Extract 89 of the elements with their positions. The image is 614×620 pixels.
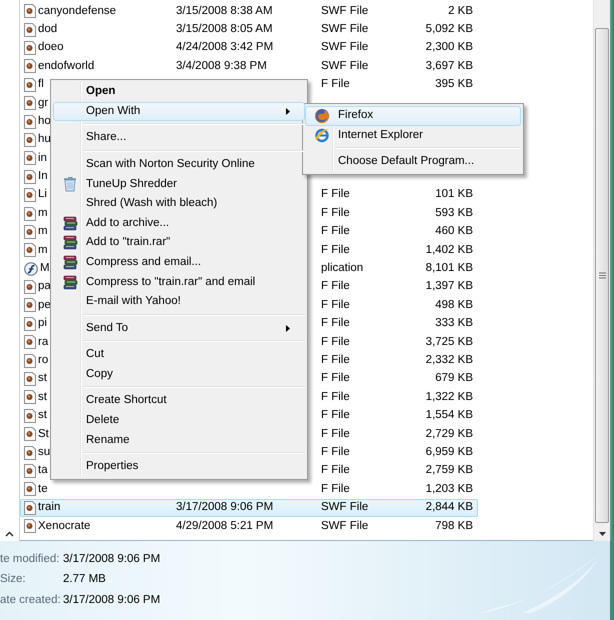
file-name: te: [38, 482, 48, 497]
file-name: pa: [38, 279, 51, 294]
file-size-text: 1,397 KB: [426, 280, 473, 292]
file-type-text: plication: [321, 262, 364, 274]
file-type-text: F File: [321, 409, 350, 422]
file-name: ho: [38, 114, 51, 129]
file-name: pi: [38, 316, 47, 332]
file-name: St: [38, 426, 49, 442]
date-modified-text: 3/15/2008 8:05 AM: [176, 22, 273, 35]
file-type-text: SWF File: [321, 22, 368, 35]
detail-value: 3/17/2008 9:06 PM: [63, 552, 160, 567]
file-type-text: F File: [321, 206, 350, 219]
file-name: fl: [38, 77, 44, 92]
file-size-text: 798 KB: [435, 520, 473, 532]
file-name: In: [38, 169, 48, 184]
file-name: m: [38, 242, 48, 258]
file-name: hu: [38, 132, 51, 148]
file-name: in: [38, 150, 47, 166]
file-type-text: F File: [321, 336, 350, 348]
file-type-text: F File: [321, 280, 350, 292]
file-name: m: [38, 224, 48, 240]
detail-label: ate created:: [0, 592, 61, 608]
file-size-text: 460 KB: [435, 225, 473, 238]
file-size-text: 2 KB: [448, 4, 473, 17]
file-size-text: 1,322 KB: [426, 390, 473, 403]
file-type-text: F File: [321, 482, 350, 495]
file-type-text: F File: [321, 225, 350, 238]
file-name: st: [38, 371, 47, 386]
file-name: M: [40, 261, 50, 276]
file-name: ro: [38, 353, 48, 368]
file-type-text: F File: [321, 372, 350, 384]
file-name: endofworld: [38, 58, 94, 74]
detail-label: Size:: [0, 572, 26, 588]
file-name: pe: [38, 298, 51, 313]
file-type-text: F File: [321, 188, 350, 200]
file-size-text: 679 KB: [435, 372, 473, 384]
file-type-text: F File: [321, 428, 350, 440]
file-name: ta: [38, 463, 48, 478]
file-type-text: SWF File: [321, 41, 368, 54]
file-type-text: F File: [321, 464, 350, 476]
file-type-text: SWF File: [321, 520, 368, 532]
file-size-text: 101 KB: [435, 188, 473, 200]
file-size-text: 395 KB: [435, 78, 473, 90]
date-modified-text: 3/4/2008 9:38 PM: [176, 60, 267, 72]
file-size-text: 3,697 KB: [426, 60, 473, 72]
file-name: doeo: [38, 40, 64, 56]
file-size-text: 5,092 KB: [426, 22, 473, 35]
file-type-text: SWF File: [321, 60, 368, 72]
file-name: su: [38, 444, 50, 460]
file-size-text: 333 KB: [435, 317, 473, 330]
file-name: canyondefense: [38, 4, 116, 19]
file-size-text: 2,729 KB: [426, 428, 473, 440]
date-modified-text: 4/24/2008 3:42 PM: [176, 41, 274, 54]
file-type-text: F File: [321, 78, 350, 90]
file-size-text: 2,300 KB: [426, 41, 473, 54]
file-type-text: F File: [321, 317, 350, 330]
file-size-text: 498 KB: [435, 298, 473, 311]
date-modified-text: 3/17/2008 9:06 PM: [176, 501, 274, 514]
file-type-text: F File: [321, 446, 350, 458]
detail-value: 3/17/2008 9:06 PM: [63, 592, 160, 608]
file-type-text: SWF File: [321, 501, 368, 514]
file-name: gr: [38, 96, 48, 111]
file-type-text: SWF File: [321, 4, 368, 17]
file-size-text: 6,959 KB: [426, 446, 473, 458]
file-type-text: F File: [321, 298, 350, 311]
file-size-text: 2,844 KB: [426, 501, 473, 514]
file-size-text: 1,402 KB: [426, 244, 473, 256]
file-type-text: F File: [321, 354, 350, 366]
file-name: ra: [38, 334, 48, 350]
file-type-text: F File: [321, 244, 350, 256]
file-size-text: 1,554 KB: [426, 409, 473, 422]
file-name: Xenocrate: [38, 518, 90, 534]
file-name: Li: [38, 187, 47, 202]
file-size-text: 2,332 KB: [426, 354, 473, 366]
file-name: dod: [38, 22, 58, 37]
detail-label: te modified:: [0, 552, 60, 567]
date-modified-text: 3/15/2008 8:38 AM: [176, 4, 273, 17]
file-size-text: 2,759 KB: [426, 464, 473, 476]
file-size-text: 1,203 KB: [426, 482, 473, 495]
file-name: st: [38, 408, 47, 424]
file-size-text: 593 KB: [435, 206, 473, 219]
file-name: m: [38, 206, 48, 221]
file-size-text: 3,725 KB: [426, 336, 473, 348]
file-name: train: [38, 500, 60, 516]
file-size-text: 8,101 KB: [426, 262, 473, 274]
detail-value: 2.77 MB: [63, 572, 107, 588]
date-modified-text: 4/29/2008 5:21 PM: [176, 520, 274, 532]
file-type-text: F File: [321, 390, 350, 403]
file-name: st: [38, 390, 47, 405]
